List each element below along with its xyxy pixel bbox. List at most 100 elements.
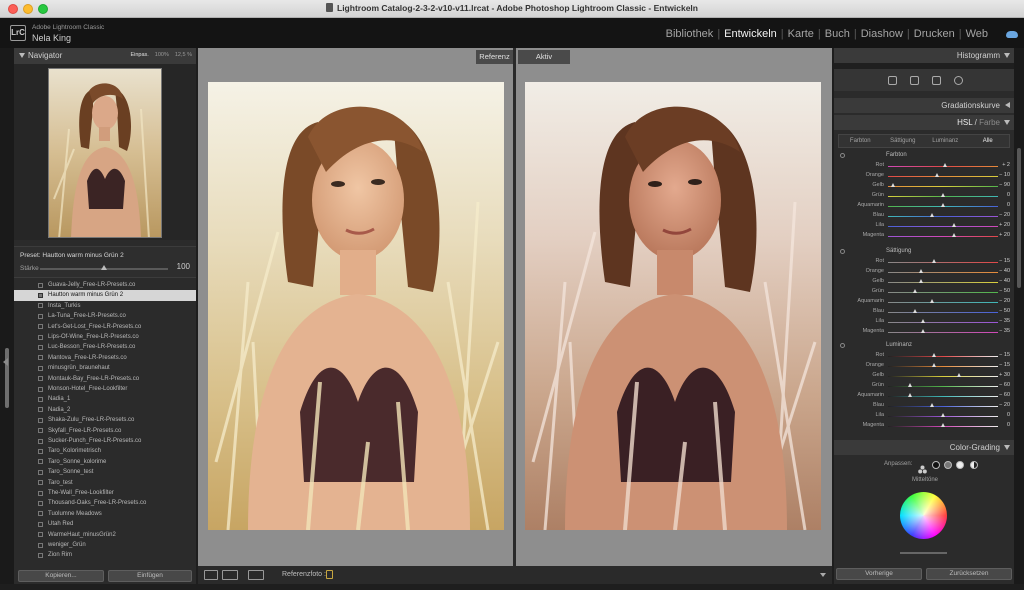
- slider-handle[interactable]: [931, 259, 936, 263]
- preset-item[interactable]: Taro_Sonne_kolorime: [14, 457, 196, 467]
- slider-handle[interactable]: [920, 329, 925, 333]
- slider-handle[interactable]: [907, 383, 912, 387]
- preset-item[interactable]: Nadia_1: [14, 394, 196, 404]
- module-buch[interactable]: Buch: [821, 28, 854, 40]
- preset-item[interactable]: Lips-Of-Wine_Free-LR-Presets.co: [14, 332, 196, 342]
- preset-item[interactable]: Shaka-Zulu_Free-LR-Presets.co: [14, 415, 196, 425]
- strength-slider-handle[interactable]: [101, 265, 107, 270]
- preset-item[interactable]: Skyfall_Free-LR-Presets.co: [14, 426, 196, 436]
- module-web[interactable]: Web: [962, 28, 992, 40]
- masking-tool-icon[interactable]: [954, 76, 963, 85]
- module-drucken[interactable]: Drucken: [910, 28, 959, 40]
- slider-handle[interactable]: [940, 413, 945, 417]
- preset-item[interactable]: Taro_Kolorimetrisch: [14, 446, 196, 456]
- preset-item[interactable]: The-Wall_Free-Lookfilter: [14, 488, 196, 498]
- navigator-preview[interactable]: [14, 64, 196, 240]
- slider-handle[interactable]: [929, 403, 934, 407]
- slider-handle[interactable]: [929, 213, 934, 217]
- slider-handle[interactable]: [957, 373, 961, 377]
- previous-button[interactable]: Vorherige: [836, 568, 922, 580]
- hsl-title-text[interactable]: HSL: [957, 118, 972, 127]
- slider-value[interactable]: − 10: [999, 172, 1010, 178]
- preset-item[interactable]: Monson-Hotel_Free-Lookfilter: [14, 384, 196, 394]
- preset-item[interactable]: Zion Rim: [14, 550, 196, 560]
- before-after-view-icon[interactable]: [222, 570, 238, 580]
- global-wheel-icon[interactable]: [970, 461, 978, 469]
- slider-value[interactable]: + 2: [1002, 162, 1010, 168]
- slider-handle[interactable]: [935, 173, 939, 177]
- module-diashow[interactable]: Diashow: [857, 28, 907, 40]
- highlights-wheel-icon[interactable]: [956, 461, 964, 469]
- preset-item[interactable]: weniger_Grün: [14, 540, 196, 550]
- preset-item[interactable]: Sucker-Punch_Free-LR-Presets.co: [14, 436, 196, 446]
- left-panel-edge[interactable]: [0, 48, 14, 584]
- slider-track[interactable]: [888, 385, 998, 387]
- healing-tool-icon[interactable]: [910, 76, 919, 85]
- slider-value[interactable]: − 50: [999, 308, 1010, 314]
- slider-value[interactable]: − 40: [999, 268, 1010, 274]
- slider-value[interactable]: − 20: [999, 212, 1010, 218]
- slider-value[interactable]: − 35: [999, 328, 1010, 334]
- preset-item[interactable]: WarmeHaut_minusGrün2: [14, 530, 196, 540]
- slider-value[interactable]: + 20: [999, 222, 1010, 228]
- slider-value[interactable]: 0: [1007, 412, 1010, 418]
- hsl-tab-sättigung[interactable]: Sättigung: [882, 135, 925, 147]
- loupe-view-icon[interactable]: [204, 570, 218, 580]
- slider-handle[interactable]: [940, 423, 945, 427]
- slider-handle[interactable]: [918, 269, 923, 273]
- preset-item[interactable]: Nadia_2: [14, 405, 196, 415]
- slider-track[interactable]: [888, 225, 998, 227]
- preset-item[interactable]: Thousand-Oaks_Free-LR-Presets.co: [14, 498, 196, 508]
- reset-button[interactable]: Zurücksetzen: [926, 568, 1012, 580]
- preset-item[interactable]: minusgrün_braunehaut: [14, 363, 196, 373]
- navigator-thumbnail[interactable]: [48, 68, 162, 238]
- slider-handle[interactable]: [918, 279, 923, 283]
- hsl-tab-farbton[interactable]: Farbton: [839, 135, 882, 147]
- slider-value[interactable]: − 20: [999, 402, 1010, 408]
- preset-item[interactable]: Taro_test: [14, 478, 196, 488]
- preset-item[interactable]: Luc-Besson_Free-LR-Presets.co: [14, 342, 196, 352]
- navigator-zoom-option[interactable]: 12,5 %: [175, 52, 192, 58]
- collapse-left-icon[interactable]: [3, 358, 8, 366]
- slider-value[interactable]: − 20: [999, 298, 1010, 304]
- preset-item[interactable]: Let's-Get-Lost_Free-LR-Presets.co: [14, 322, 196, 332]
- slider-value[interactable]: − 60: [999, 382, 1010, 388]
- slider-value[interactable]: + 20: [999, 232, 1010, 238]
- slider-value[interactable]: − 15: [999, 362, 1010, 368]
- swap-settings-icon[interactable]: [248, 570, 264, 580]
- slider-handle[interactable]: [940, 203, 945, 207]
- preset-item[interactable]: La-Tuna_Free-LR-Presets.co: [14, 311, 196, 321]
- slider-handle[interactable]: [940, 193, 945, 197]
- preset-item[interactable]: Tuolumne Meadows: [14, 509, 196, 519]
- strength-value[interactable]: 100: [177, 262, 190, 271]
- slider-handle[interactable]: [931, 363, 936, 367]
- navigator-zoom-option[interactable]: Einpas.: [130, 52, 148, 58]
- hsl-tab-alle[interactable]: Alle: [967, 135, 1010, 147]
- color-grading-header[interactable]: Color-Grading: [834, 440, 1014, 455]
- slider-handle[interactable]: [951, 223, 956, 227]
- left-scrollbar[interactable]: [5, 348, 9, 408]
- slider-track[interactable]: [888, 235, 998, 237]
- slider-track[interactable]: [888, 215, 998, 217]
- slider-track[interactable]: [888, 365, 998, 367]
- slider-value[interactable]: − 90: [999, 182, 1010, 188]
- module-karte[interactable]: Karte: [784, 28, 818, 40]
- midtones-color-wheel[interactable]: [900, 492, 947, 539]
- slider-handle[interactable]: [907, 393, 912, 397]
- midtones-wheel-icon[interactable]: [944, 461, 952, 469]
- preset-item[interactable]: Mantova_Free-LR-Presets.co: [14, 353, 196, 363]
- toolbar-menu-chevron-icon[interactable]: [820, 573, 826, 577]
- slider-value[interactable]: − 15: [999, 258, 1010, 264]
- copy-settings-button[interactable]: Kopieren...: [18, 570, 104, 582]
- slider-handle[interactable]: [920, 319, 925, 323]
- navigator-zoom-option[interactable]: 100%: [155, 52, 169, 58]
- slider-track[interactable]: [888, 355, 998, 357]
- slider-track[interactable]: [888, 281, 998, 283]
- slider-handle[interactable]: [931, 353, 936, 357]
- slider-handle[interactable]: [929, 299, 934, 303]
- slider-value[interactable]: − 40: [999, 278, 1010, 284]
- preset-item[interactable]: Utah Red: [14, 519, 196, 529]
- target-adjust-icon[interactable]: [840, 249, 845, 254]
- slider-track[interactable]: [888, 175, 998, 177]
- hsl-header[interactable]: HSL / Farbe: [834, 115, 1014, 130]
